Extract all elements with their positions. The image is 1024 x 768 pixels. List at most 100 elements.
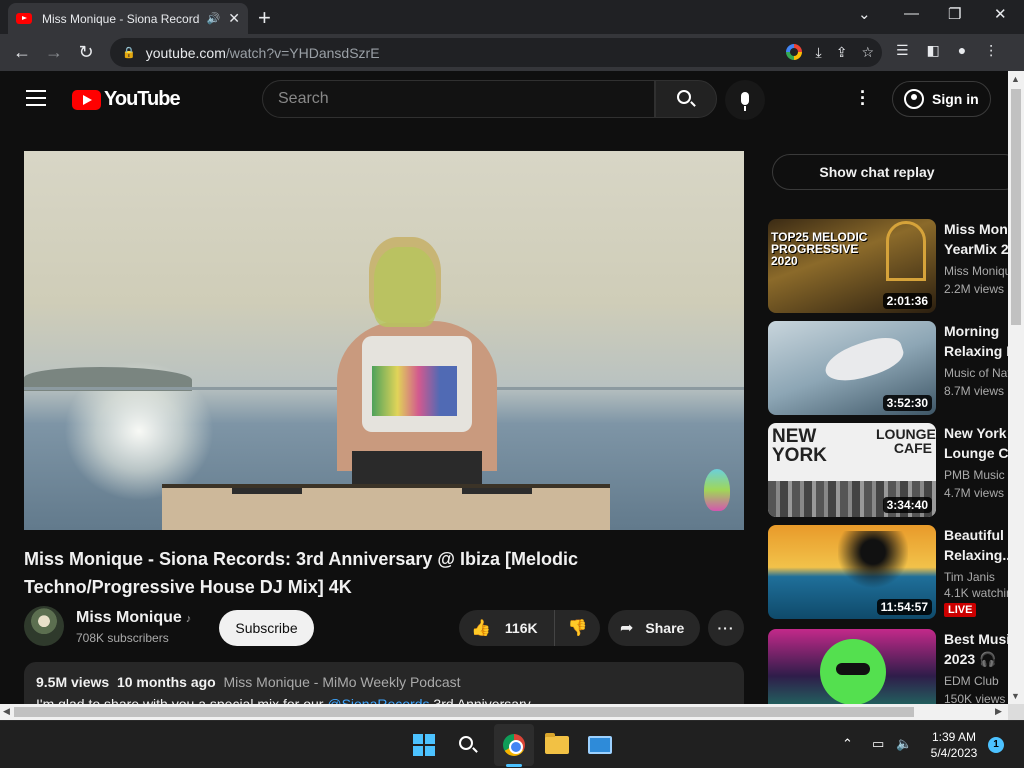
subscribe-button[interactable]: Subscribe — [219, 610, 314, 646]
recommendation-channel[interactable]: PMB Music — [944, 468, 1008, 482]
windows-logo-icon — [413, 734, 435, 756]
chrome-taskbar-button[interactable] — [500, 731, 528, 759]
volume-icon[interactable]: 🔈 — [896, 736, 912, 752]
recommendation-title[interactable]: Morning — [944, 321, 1008, 341]
horizontal-scroll-thumb[interactable] — [14, 707, 914, 717]
bird-graphic — [820, 331, 908, 389]
hamburger-menu-icon[interactable] — [26, 90, 46, 106]
minimize-button[interactable]: — — [904, 5, 919, 22]
more-actions-button[interactable]: ··· — [708, 610, 744, 646]
search-icon — [459, 736, 473, 750]
channel-watermark-icon[interactable] — [704, 469, 730, 511]
windows-taskbar: ⌃ ▭ 🔈 1:39 AM 5/4/2023 1 — [0, 720, 1024, 768]
recommendation-channel[interactable]: Tim Janis — [944, 570, 1008, 584]
remote-desktop-button[interactable] — [586, 731, 614, 759]
recommendation-thumbnail[interactable]: NEW YORK LOUNGE CAFE 3:34:40 — [768, 423, 936, 517]
description-mention-link[interactable]: @SionaRecords — [327, 696, 429, 704]
recommendation-title[interactable]: Beautiful — [944, 525, 1008, 545]
voice-search-button[interactable] — [725, 80, 765, 120]
settings-menu-icon[interactable]: · · · — [860, 83, 866, 113]
thumbnail-text: TOP25 MELODIC PROGRESSIVE 2020 — [771, 230, 868, 268]
recommendation-item[interactable]: TOP25 MELODIC PROGRESSIVE 2020 2:01:36 M… — [768, 219, 1008, 315]
share-page-icon[interactable]: ⇪ — [836, 44, 848, 61]
recommendation-views: 2.2M views — [944, 282, 1005, 296]
tab-search-icon[interactable]: ⌄ — [858, 5, 871, 23]
browser-tab[interactable]: Miss Monique - Siona Records 🔊 ✕ — [8, 3, 248, 34]
file-explorer-button[interactable] — [543, 731, 571, 759]
dislike-button[interactable]: 👎 — [555, 618, 600, 638]
google-icon[interactable] — [785, 44, 802, 60]
recommendation-title[interactable]: Best Music — [944, 629, 1008, 649]
recommendation-thumbnail[interactable]: TOP25 MELODIC PROGRESSIVE 2020 2:01:36 — [768, 219, 936, 313]
address-bar[interactable]: 🔒 youtube.com/watch?v=YHDansdSzrE ⤓ ⇪ ☆ — [110, 38, 882, 67]
recommendation-thumbnail[interactable] — [768, 629, 936, 704]
like-dislike-bar: 👍 116K 👎 — [459, 610, 600, 646]
channel-avatar[interactable] — [24, 606, 64, 646]
vertical-scroll-thumb[interactable] — [1011, 89, 1021, 325]
sign-in-button[interactable]: Sign in — [892, 81, 991, 117]
recommendation-item[interactable]: NEW YORK LOUNGE CAFE 3:34:40 New York Lo… — [768, 423, 1008, 519]
recommendation-title[interactable]: New York — [944, 423, 1008, 443]
recommendation-title-line2[interactable]: YearMix 2020 — [944, 239, 1008, 259]
video-title: Miss Monique - Siona Records: 3rd Annive… — [24, 549, 578, 597]
show-hidden-icons-chevron-icon[interactable]: ⌃ — [842, 736, 853, 752]
description-text-suffix: 3rd Anniversary — [429, 696, 531, 704]
live-badge: LIVE — [944, 603, 977, 617]
search-input[interactable]: Search — [262, 80, 655, 118]
channel-name[interactable]: Miss Monique ♪ — [76, 609, 191, 627]
thumbs-up-icon: 👍 — [471, 620, 491, 637]
close-window-button[interactable]: ✕ — [994, 5, 1007, 23]
system-clock[interactable]: 1:39 AM 5/4/2023 — [920, 729, 988, 761]
scroll-right-arrow-icon[interactable]: ▶ — [995, 706, 1002, 717]
share-button[interactable]: ➦ Share — [608, 610, 700, 646]
recommendation-thumbnail[interactable]: 3:52:30 — [768, 321, 936, 415]
playlist-tag[interactable]: Miss Monique - MiMo Weekly Podcast — [224, 674, 461, 690]
back-arrow-icon[interactable]: ← — [6, 42, 38, 63]
install-icon[interactable]: ⤓ — [816, 44, 822, 61]
recommendation-channel[interactable]: EDM Club — [944, 674, 1008, 688]
youtube-logo[interactable]: YouTube — [72, 88, 181, 111]
profile-icon[interactable]: ● — [958, 42, 966, 59]
side-panel-icon[interactable]: ◧ — [927, 42, 940, 59]
recommendation-channel[interactable]: Music of Nature — [944, 366, 1008, 380]
recommendation-item[interactable]: 3:52:30 Morning Relaxing Music Music of … — [768, 321, 1008, 417]
recommendation-title-line2[interactable]: Lounge Cafe — [944, 443, 1008, 463]
horizontal-scrollbar[interactable]: ◀ ▶ — [0, 704, 1008, 720]
recommendation-title-line2[interactable]: Relaxing... — [944, 545, 1008, 565]
channel-name-text: Miss Monique — [76, 609, 182, 626]
start-button[interactable] — [410, 731, 438, 759]
forward-arrow-icon[interactable]: → — [38, 42, 70, 63]
recommendation-title-line2[interactable]: Relaxing Music — [944, 341, 1008, 361]
search-button[interactable] — [655, 80, 717, 118]
maximize-button[interactable]: ❐ — [948, 5, 961, 23]
bookmark-star-icon[interactable]: ☆ — [861, 44, 874, 61]
upload-age: 10 months ago — [116, 674, 216, 690]
recommendation-channel[interactable]: Miss Monique — [944, 264, 1008, 278]
view-count: 9.5M views — [36, 674, 110, 690]
scroll-down-arrow-icon[interactable]: ▼ — [1011, 691, 1020, 701]
media-control-icon[interactable]: ☰ — [896, 42, 909, 59]
dj-top — [362, 336, 472, 432]
chrome-menu-icon[interactable]: ⋮ — [984, 42, 998, 59]
lock-icon[interactable]: 🔒 — [122, 46, 136, 59]
vertical-scrollbar[interactable]: ▲ ▼ — [1008, 71, 1024, 704]
recommendation-item[interactable]: Best Music 2023 🎧 EDM Club 150K views — [768, 629, 1008, 704]
recommendation-thumbnail[interactable]: 11:54:57 — [768, 525, 936, 619]
recommendation-title[interactable]: Miss Monique - — [944, 219, 1008, 239]
taskbar-search-button[interactable] — [454, 731, 482, 759]
recommendation-title-line2[interactable]: 2023 🎧 — [944, 649, 1008, 669]
like-button[interactable]: 👍 116K — [459, 610, 555, 646]
tab-close-icon[interactable]: ✕ — [228, 10, 240, 27]
description-box[interactable]: 9.5M views 10 months ago Miss Monique - … — [24, 662, 744, 704]
network-icon[interactable]: ▭ — [872, 736, 884, 752]
show-chat-replay-button[interactable]: Show chat replay — [772, 154, 1008, 190]
video-player[interactable] — [24, 151, 744, 530]
recommendation-item[interactable]: 11:54:57 Beautiful Relaxing... Tim Janis… — [768, 525, 1008, 621]
scroll-up-arrow-icon[interactable]: ▲ — [1011, 74, 1020, 84]
browser-toolbar: ← → ↻ 🔒 youtube.com/watch?v=YHDansdSzrE … — [0, 34, 1024, 71]
scroll-left-arrow-icon[interactable]: ◀ — [3, 706, 10, 717]
reload-icon[interactable]: ↻ — [70, 42, 102, 63]
notification-badge[interactable]: 1 — [988, 737, 1004, 753]
new-tab-button[interactable]: + — [258, 5, 271, 31]
speaker-icon[interactable]: 🔊 — [207, 12, 221, 25]
